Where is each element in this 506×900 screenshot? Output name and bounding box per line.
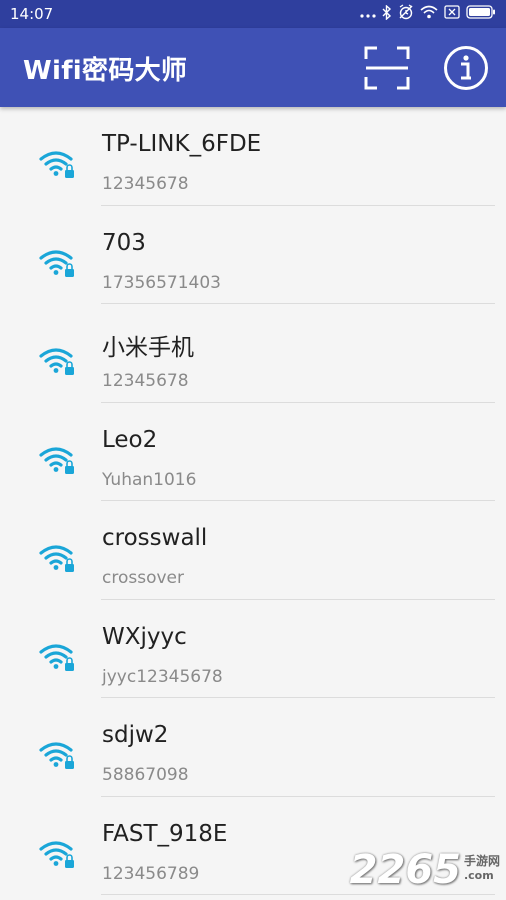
- wifi-list-item[interactable]: TP-LINK_6FDE 12345678: [0, 107, 506, 206]
- wifi-password: Yuhan1016: [102, 469, 197, 490]
- wifi-lock-icon: [39, 348, 74, 375]
- app-title: Wifi密码大师: [23, 56, 188, 86]
- wifi-lock-icon: [39, 643, 74, 671]
- wifi-ssid: 703: [102, 229, 146, 256]
- wifi-ssid: WXjyyc: [102, 623, 187, 650]
- wifi-list-item[interactable]: sdjw2 58867098: [0, 698, 506, 797]
- watermark-url: .com: [463, 869, 494, 882]
- wifi-list-item[interactable]: 小米手机 12345678: [0, 304, 506, 403]
- alarm-icon: [398, 4, 414, 24]
- watermark-suffix: 手游网: [463, 854, 500, 868]
- wifi-list-item[interactable]: 703 17356571403: [0, 206, 506, 304]
- more-dots-icon: [360, 5, 376, 23]
- wifi-ssid: FAST_918E: [102, 820, 228, 847]
- wifi-password: 17356571403: [102, 272, 221, 293]
- wifi-lock-icon: [39, 446, 74, 474]
- status-time: 14:07: [10, 5, 54, 23]
- bluetooth-icon: [382, 3, 392, 24]
- wifi-status-icon: [420, 5, 438, 23]
- wifi-ssid: sdjw2: [102, 722, 169, 748]
- status-bar: 14:07: [0, 0, 506, 28]
- watermark: 2265 手游网 .com: [350, 850, 500, 890]
- wifi-password: jyyc12345678: [102, 666, 223, 687]
- wifi-ssid: TP-LINK_6FDE: [102, 131, 262, 157]
- wifi-ssid: 小米手机: [102, 335, 194, 361]
- status-icons: [360, 3, 496, 24]
- wifi-password: 12345678: [102, 174, 189, 194]
- wifi-lock-icon: [39, 742, 74, 769]
- scan-button[interactable]: [363, 44, 411, 92]
- wifi-lock-icon: [39, 840, 74, 868]
- info-button[interactable]: [442, 44, 490, 92]
- wifi-list-item[interactable]: Leo2 Yuhan1016: [0, 403, 506, 501]
- wifi-password: 123456789: [102, 863, 200, 884]
- row-divider: [101, 894, 495, 895]
- wifi-password: crossover: [102, 568, 184, 588]
- wifi-ssid: crosswall: [102, 525, 208, 551]
- app-bar: Wifi密码大师: [0, 28, 506, 107]
- wifi-lock-icon: [39, 151, 74, 178]
- sim-icon: [444, 5, 460, 23]
- wifi-list-item[interactable]: crosswall crossover: [0, 501, 506, 600]
- wifi-lock-icon: [39, 249, 74, 277]
- wifi-password: 58867098: [102, 765, 189, 785]
- wifi-lock-icon: [39, 545, 74, 572]
- battery-icon: [466, 5, 496, 23]
- scan-icon: [364, 46, 410, 90]
- wifi-list: TP-LINK_6FDE 12345678 703 17356571403 小米…: [0, 107, 506, 895]
- wifi-list-item[interactable]: WXjyyc jyyc12345678: [0, 600, 506, 698]
- info-icon: [444, 46, 488, 90]
- wifi-ssid: Leo2: [102, 426, 158, 453]
- watermark-number: 2265: [349, 847, 461, 893]
- wifi-password: 12345678: [102, 371, 189, 391]
